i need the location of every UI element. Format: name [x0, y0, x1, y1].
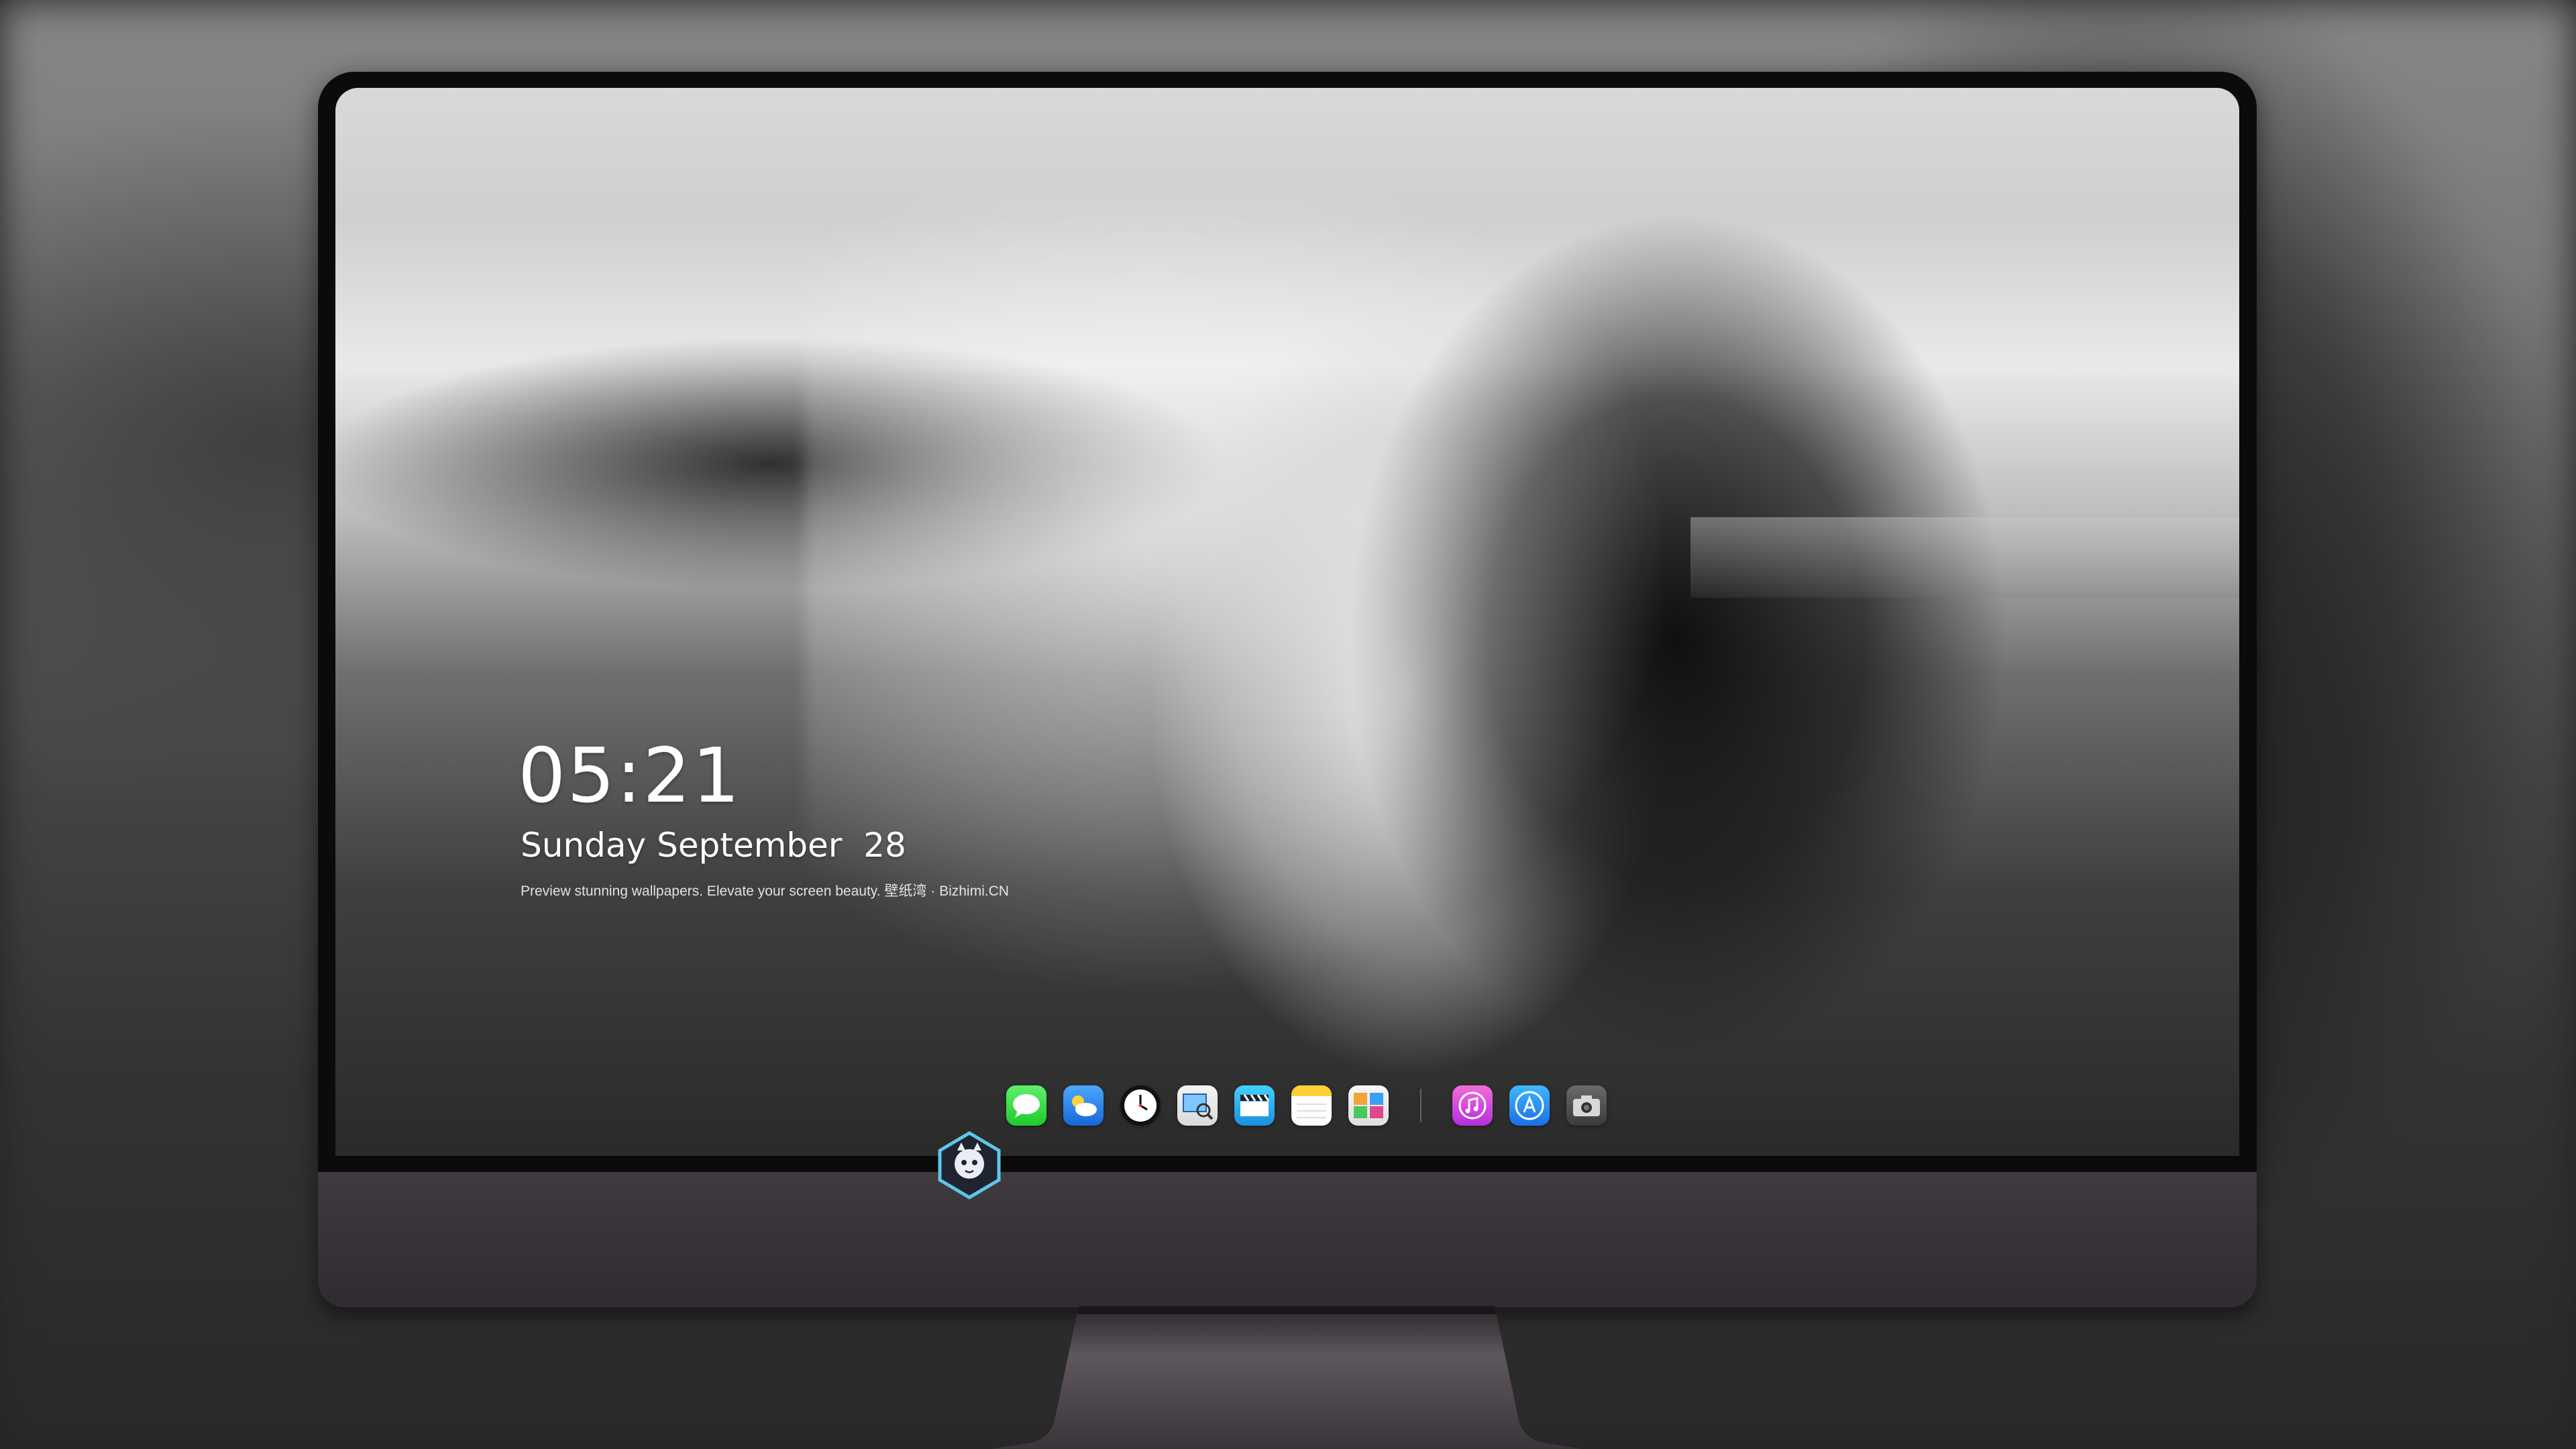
- lock-date: Sunday September 28: [521, 826, 906, 865]
- clips-icon[interactable]: [1234, 1085, 1275, 1126]
- clock-icon[interactable]: [1120, 1085, 1161, 1126]
- wallpaper-veil: [805, 195, 1677, 1000]
- monitor-bezel: 05:21 Sunday September 28 Preview stunni…: [318, 72, 2257, 1172]
- lock-screen[interactable]: 05:21 Sunday September 28 Preview stunni…: [335, 88, 2239, 1156]
- app-store-icon[interactable]: [1509, 1085, 1550, 1126]
- dock: [1006, 1083, 1623, 1128]
- music-icon[interactable]: [1452, 1085, 1493, 1126]
- clapperboard-icon: [1240, 1094, 1270, 1116]
- photo-collage-icon: [1354, 1093, 1383, 1118]
- desktop-scene: 05:21 Sunday September 28 Preview stunni…: [0, 0, 2576, 1449]
- camera-icon[interactable]: [1566, 1085, 1607, 1126]
- monitor-chin: [318, 1172, 2257, 1307]
- wallpaper-sea: [1690, 517, 2239, 598]
- monitor-stand: [991, 1306, 1582, 1449]
- camera-lens-icon: [1573, 1095, 1600, 1116]
- photo-magnifier-icon: [1183, 1093, 1214, 1120]
- sun-cloud-icon: [1072, 1095, 1097, 1116]
- lock-clock: 05:21: [518, 733, 741, 820]
- brand-logo-icon: [938, 1131, 1001, 1199]
- photos-icon[interactable]: [1348, 1085, 1389, 1126]
- music-note-icon: [1458, 1091, 1487, 1120]
- messages-icon[interactable]: [1006, 1085, 1046, 1126]
- wallpaper-tagline: Preview stunning wallpapers. Elevate you…: [521, 883, 1009, 899]
- app-store-a-icon: [1515, 1091, 1544, 1120]
- speech-bubble-icon: [1013, 1094, 1040, 1118]
- notepad-icon: [1291, 1085, 1332, 1118]
- notes-icon[interactable]: [1291, 1085, 1332, 1126]
- preview-icon[interactable]: [1177, 1085, 1218, 1126]
- dock-separator: [1420, 1089, 1421, 1122]
- monitor: 05:21 Sunday September 28 Preview stunni…: [318, 72, 2257, 1307]
- weather-icon[interactable]: [1063, 1085, 1104, 1126]
- clock-face-icon: [1124, 1089, 1157, 1122]
